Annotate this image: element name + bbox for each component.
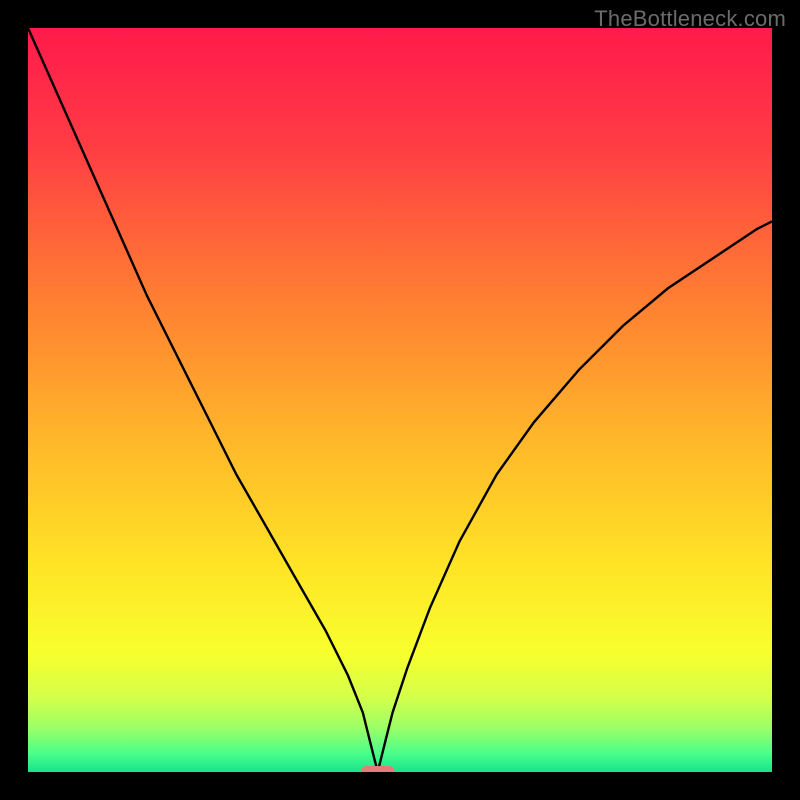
chart-frame: TheBottleneck.com	[0, 0, 800, 800]
optimum-marker	[361, 766, 395, 772]
bottleneck-chart	[28, 28, 772, 772]
gradient-background	[28, 28, 772, 772]
plot-area	[28, 28, 772, 772]
